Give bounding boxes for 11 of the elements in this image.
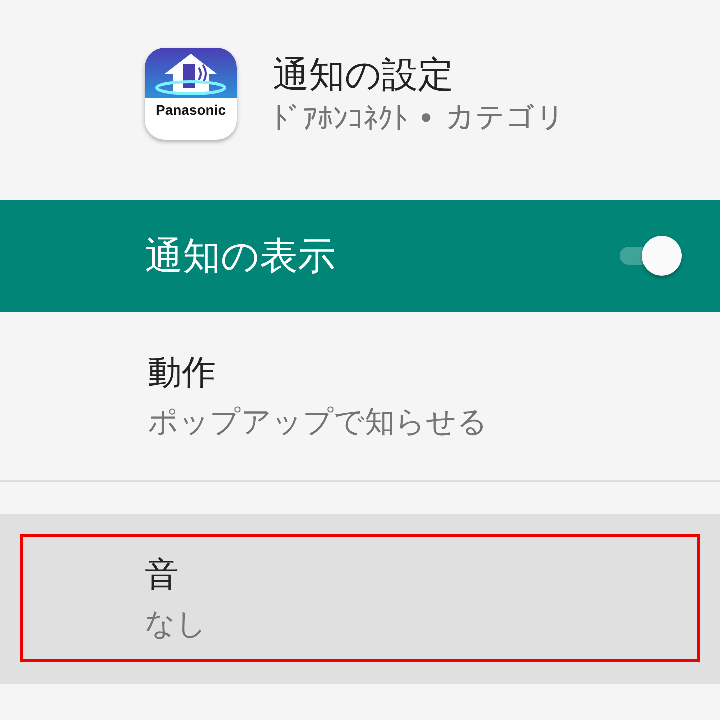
app-icon-label: Panasonic bbox=[156, 102, 226, 118]
setting-row[interactable]: 音 なし bbox=[0, 514, 720, 684]
category-name: ﾄﾞｱﾎﾝｺﾈｸﾄ • カテゴリ bbox=[273, 102, 565, 137]
setting-title: 動作 bbox=[148, 352, 217, 394]
screen-title: 通知の設定 bbox=[273, 54, 455, 98]
notification-toggle-bar[interactable]: 通知の表示 bbox=[0, 200, 720, 312]
setting-value: ポップアップで知らせる bbox=[148, 404, 489, 442]
toggle-label: 通知の表示 bbox=[145, 232, 336, 280]
setting-value: なし bbox=[145, 606, 208, 644]
setting-row[interactable]: 動作 ポップアップで知らせる bbox=[0, 312, 720, 482]
setting-title: 音 bbox=[145, 554, 180, 596]
